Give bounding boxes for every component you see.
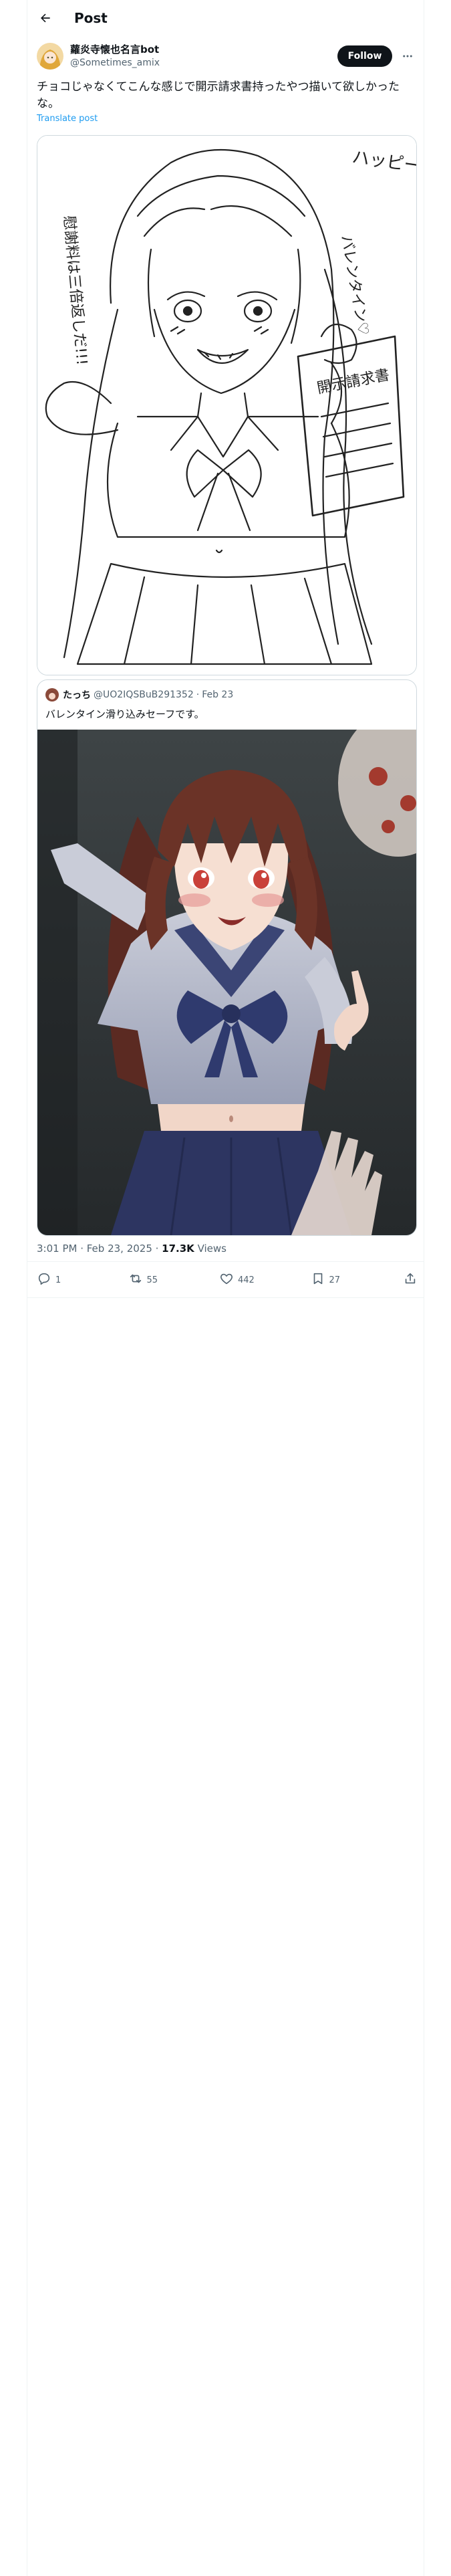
post-meta: 3:01 PM · Feb 23, 2025 · 17.3K Views (37, 1243, 227, 1255)
share-icon (403, 1271, 418, 1289)
repost-button[interactable]: 55 (128, 1271, 168, 1289)
post-text: チョコじゃなくてこんな感じで開示請求書持ったやつ描いて欲しかったな。 (37, 80, 400, 110)
repost-icon (128, 1271, 143, 1289)
post-header: 蘿炎寺懐也名言bot @Sometimes_amix Follow (37, 41, 418, 71)
like-button[interactable]: 442 (219, 1271, 259, 1289)
avatar[interactable] (37, 43, 63, 70)
top-bar: Post (27, 0, 424, 35)
translate-post-link[interactable]: Translate post (37, 114, 98, 124)
heart-icon (219, 1271, 234, 1289)
bookmark-button[interactable]: 27 (311, 1271, 351, 1289)
reply-icon (37, 1271, 51, 1289)
quoted-post-image[interactable] (37, 730, 416, 1235)
reply-button[interactable]: 1 (37, 1271, 77, 1289)
quoted-post-header: たっち @UO2IQSBuB291352 · Feb 23 (45, 688, 233, 702)
bookmark-count: 27 (329, 1275, 341, 1285)
anime-illustration (37, 730, 416, 1235)
author-block[interactable]: 蘿炎寺懐也名言bot @Sometimes_amix (70, 43, 337, 69)
views-label: Views (194, 1243, 227, 1255)
quoted-post-text: バレンタイン滑り込みセーフです。 (45, 708, 204, 720)
author-name[interactable]: 蘿炎寺懐也名言bot (70, 43, 337, 57)
quoted-post[interactable]: たっち @UO2IQSBuB291352 · Feb 23 バレンタイン滑り込み… (37, 679, 417, 1236)
divider-top (27, 1261, 424, 1262)
views-count: 17.3K (162, 1243, 194, 1255)
post-timestamp[interactable]: 3:01 PM · Feb 23, 2025 · (37, 1243, 162, 1255)
share-button[interactable] (402, 1271, 418, 1289)
sketch-illustration: ハッピー バレンタイン♡ 慰謝料は三倍返しだ!!! 開示請求書 (37, 136, 416, 675)
follow-button[interactable]: Follow (337, 45, 392, 67)
quoted-author-name[interactable]: たっち (63, 688, 91, 702)
reply-count: 1 (55, 1275, 61, 1285)
bookmark-icon (311, 1271, 325, 1289)
more-options-icon[interactable] (398, 46, 418, 66)
quoted-author-handle[interactable]: @UO2IQSBuB291352 (94, 689, 194, 700)
action-bar: 1 55 442 27 (37, 1265, 418, 1295)
quoted-avatar[interactable] (45, 688, 59, 702)
like-count: 442 (238, 1275, 255, 1285)
post-image-sketch[interactable]: ハッピー バレンタイン♡ 慰謝料は三倍返しだ!!! 開示請求書 (37, 135, 417, 675)
back-arrow-icon[interactable] (34, 7, 57, 29)
separator-dot: · (196, 689, 200, 700)
repost-count: 55 (146, 1275, 158, 1285)
page-title: Post (74, 9, 108, 26)
divider-bottom (27, 1297, 424, 1298)
quoted-date[interactable]: Feb 23 (202, 689, 233, 700)
author-handle[interactable]: @Sometimes_amix (70, 57, 337, 69)
